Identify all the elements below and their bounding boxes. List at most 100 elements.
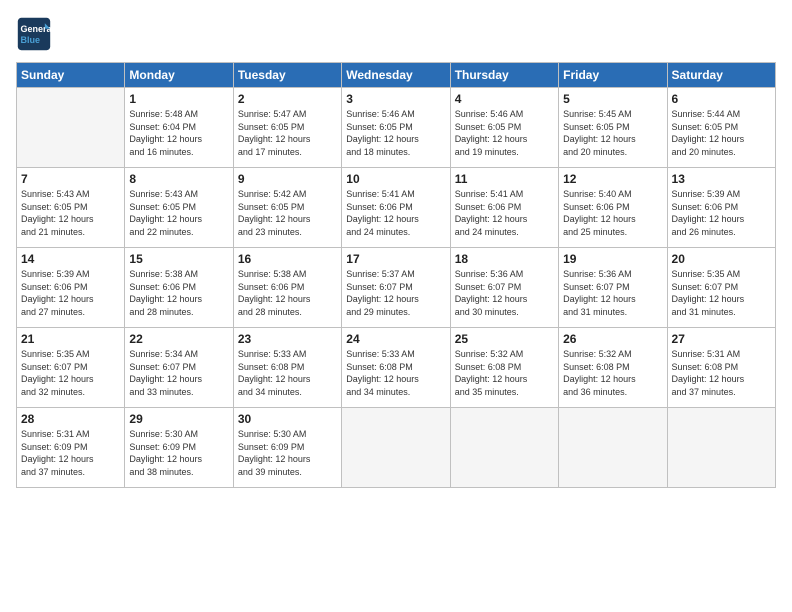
- day-info: Sunrise: 5:35 AM Sunset: 6:07 PM Dayligh…: [672, 268, 771, 318]
- day-number: 18: [455, 252, 554, 266]
- day-info: Sunrise: 5:46 AM Sunset: 6:05 PM Dayligh…: [455, 108, 554, 158]
- day-header-wednesday: Wednesday: [342, 63, 450, 88]
- day-info: Sunrise: 5:32 AM Sunset: 6:08 PM Dayligh…: [455, 348, 554, 398]
- day-info: Sunrise: 5:41 AM Sunset: 6:06 PM Dayligh…: [455, 188, 554, 238]
- day-number: 28: [21, 412, 120, 426]
- week-row-3: 14 Sunrise: 5:39 AM Sunset: 6:06 PM Dayli…: [17, 248, 776, 328]
- day-info: Sunrise: 5:31 AM Sunset: 6:09 PM Dayligh…: [21, 428, 120, 478]
- day-number: 30: [238, 412, 337, 426]
- day-number: 5: [563, 92, 662, 106]
- calendar-cell: 13 Sunrise: 5:39 AM Sunset: 6:06 PM Dayli…: [667, 168, 775, 248]
- day-info: Sunrise: 5:42 AM Sunset: 6:05 PM Dayligh…: [238, 188, 337, 238]
- day-header-tuesday: Tuesday: [233, 63, 341, 88]
- day-info: Sunrise: 5:39 AM Sunset: 6:06 PM Dayligh…: [672, 188, 771, 238]
- calendar-cell: 4Sunrise: 5:46 AM Sunset: 6:05 PM Daylig…: [450, 88, 558, 168]
- calendar-cell: 23 Sunrise: 5:33 AM Sunset: 6:08 PM Dayli…: [233, 328, 341, 408]
- day-number: 1: [129, 92, 228, 106]
- day-number: 16: [238, 252, 337, 266]
- day-info: Sunrise: 5:31 AM Sunset: 6:08 PM Dayligh…: [672, 348, 771, 398]
- day-number: 8: [129, 172, 228, 186]
- calendar-table: SundayMondayTuesdayWednesdayThursdayFrid…: [16, 62, 776, 488]
- day-info: Sunrise: 5:36 AM Sunset: 6:07 PM Dayligh…: [563, 268, 662, 318]
- day-info: Sunrise: 5:41 AM Sunset: 6:06 PM Dayligh…: [346, 188, 445, 238]
- day-header-saturday: Saturday: [667, 63, 775, 88]
- day-number: 7: [21, 172, 120, 186]
- day-info: Sunrise: 5:38 AM Sunset: 6:06 PM Dayligh…: [129, 268, 228, 318]
- calendar-cell: [559, 408, 667, 488]
- day-info: Sunrise: 5:44 AM Sunset: 6:05 PM Dayligh…: [672, 108, 771, 158]
- calendar-cell: 3 Sunrise: 5:46 AM Sunset: 6:05 PM Daylig…: [342, 88, 450, 168]
- calendar-cell: 26 Sunrise: 5:32 AM Sunset: 6:08 PM Dayli…: [559, 328, 667, 408]
- calendar-cell: 29 Sunrise: 5:30 AM Sunset: 6:09 PM Dayli…: [125, 408, 233, 488]
- calendar-cell: 8 Sunrise: 5:43 AM Sunset: 6:05 PM Daylig…: [125, 168, 233, 248]
- day-info: Sunrise: 5:32 AM Sunset: 6:08 PM Dayligh…: [563, 348, 662, 398]
- day-number: 29: [129, 412, 228, 426]
- week-row-2: 7 Sunrise: 5:43 AM Sunset: 6:05 PM Daylig…: [17, 168, 776, 248]
- calendar-cell: 15Sunrise: 5:38 AM Sunset: 6:06 PM Dayli…: [125, 248, 233, 328]
- calendar-cell: 10 Sunrise: 5:41 AM Sunset: 6:06 PM Dayli…: [342, 168, 450, 248]
- day-number: 13: [672, 172, 771, 186]
- day-header-friday: Friday: [559, 63, 667, 88]
- day-info: Sunrise: 5:30 AM Sunset: 6:09 PM Dayligh…: [238, 428, 337, 478]
- calendar-cell: 18 Sunrise: 5:36 AM Sunset: 6:07 PM Dayli…: [450, 248, 558, 328]
- day-info: Sunrise: 5:33 AM Sunset: 6:08 PM Dayligh…: [346, 348, 445, 398]
- day-number: 11: [455, 172, 554, 186]
- logo-icon: General Blue: [16, 16, 52, 52]
- calendar-cell: 16 Sunrise: 5:38 AM Sunset: 6:06 PM Dayli…: [233, 248, 341, 328]
- calendar-cell: [450, 408, 558, 488]
- day-number: 22: [129, 332, 228, 346]
- day-info: Sunrise: 5:35 AM Sunset: 6:07 PM Dayligh…: [21, 348, 120, 398]
- calendar-cell: 17Sunrise: 5:37 AM Sunset: 6:07 PM Dayli…: [342, 248, 450, 328]
- day-number: 6: [672, 92, 771, 106]
- week-row-1: 1 Sunrise: 5:48 AM Sunset: 6:04 PM Daylig…: [17, 88, 776, 168]
- calendar-cell: 5 Sunrise: 5:45 AM Sunset: 6:05 PM Daylig…: [559, 88, 667, 168]
- day-number: 2: [238, 92, 337, 106]
- day-info: Sunrise: 5:34 AM Sunset: 6:07 PM Dayligh…: [129, 348, 228, 398]
- day-info: Sunrise: 5:39 AM Sunset: 6:06 PM Dayligh…: [21, 268, 120, 318]
- day-info: Sunrise: 5:43 AM Sunset: 6:05 PM Dayligh…: [129, 188, 228, 238]
- day-info: Sunrise: 5:48 AM Sunset: 6:04 PM Dayligh…: [129, 108, 228, 158]
- day-info: Sunrise: 5:33 AM Sunset: 6:08 PM Dayligh…: [238, 348, 337, 398]
- logo: General Blue: [16, 16, 56, 52]
- calendar-cell: 11 Sunrise: 5:41 AM Sunset: 6:06 PM Dayli…: [450, 168, 558, 248]
- svg-text:Blue: Blue: [21, 35, 41, 45]
- day-info: Sunrise: 5:43 AM Sunset: 6:05 PM Dayligh…: [21, 188, 120, 238]
- day-number: 19: [563, 252, 662, 266]
- calendar-cell: 25Sunrise: 5:32 AM Sunset: 6:08 PM Dayli…: [450, 328, 558, 408]
- calendar-cell: 7 Sunrise: 5:43 AM Sunset: 6:05 PM Daylig…: [17, 168, 125, 248]
- calendar-cell: 22 Sunrise: 5:34 AM Sunset: 6:07 PM Dayli…: [125, 328, 233, 408]
- day-info: Sunrise: 5:45 AM Sunset: 6:05 PM Dayligh…: [563, 108, 662, 158]
- calendar-cell: 20Sunrise: 5:35 AM Sunset: 6:07 PM Dayli…: [667, 248, 775, 328]
- day-info: Sunrise: 5:40 AM Sunset: 6:06 PM Dayligh…: [563, 188, 662, 238]
- day-info: Sunrise: 5:36 AM Sunset: 6:07 PM Dayligh…: [455, 268, 554, 318]
- day-number: 9: [238, 172, 337, 186]
- calendar-cell: 30 Sunrise: 5:30 AM Sunset: 6:09 PM Dayli…: [233, 408, 341, 488]
- day-number: 14: [21, 252, 120, 266]
- calendar-cell: 21 Sunrise: 5:35 AM Sunset: 6:07 PM Dayli…: [17, 328, 125, 408]
- day-header-sunday: Sunday: [17, 63, 125, 88]
- calendar-cell: 14 Sunrise: 5:39 AM Sunset: 6:06 PM Dayli…: [17, 248, 125, 328]
- day-info: Sunrise: 5:47 AM Sunset: 6:05 PM Dayligh…: [238, 108, 337, 158]
- day-number: 10: [346, 172, 445, 186]
- calendar-cell: 2 Sunrise: 5:47 AM Sunset: 6:05 PM Daylig…: [233, 88, 341, 168]
- day-number: 23: [238, 332, 337, 346]
- calendar-cell: [17, 88, 125, 168]
- day-number: 3: [346, 92, 445, 106]
- calendar-cell: 6 Sunrise: 5:44 AM Sunset: 6:05 PM Daylig…: [667, 88, 775, 168]
- day-number: 27: [672, 332, 771, 346]
- day-info: Sunrise: 5:38 AM Sunset: 6:06 PM Dayligh…: [238, 268, 337, 318]
- calendar-cell: 1 Sunrise: 5:48 AM Sunset: 6:04 PM Daylig…: [125, 88, 233, 168]
- day-header-monday: Monday: [125, 63, 233, 88]
- calendar-cell: 12Sunrise: 5:40 AM Sunset: 6:06 PM Dayli…: [559, 168, 667, 248]
- week-row-4: 21 Sunrise: 5:35 AM Sunset: 6:07 PM Dayli…: [17, 328, 776, 408]
- day-info: Sunrise: 5:37 AM Sunset: 6:07 PM Dayligh…: [346, 268, 445, 318]
- week-row-5: 28 Sunrise: 5:31 AM Sunset: 6:09 PM Dayli…: [17, 408, 776, 488]
- day-info: Sunrise: 5:46 AM Sunset: 6:05 PM Dayligh…: [346, 108, 445, 158]
- day-info: Sunrise: 5:30 AM Sunset: 6:09 PM Dayligh…: [129, 428, 228, 478]
- calendar-cell: 27 Sunrise: 5:31 AM Sunset: 6:08 PM Dayli…: [667, 328, 775, 408]
- day-number: 26: [563, 332, 662, 346]
- header: General Blue: [16, 16, 776, 52]
- calendar-cell: 19 Sunrise: 5:36 AM Sunset: 6:07 PM Dayli…: [559, 248, 667, 328]
- day-number: 24: [346, 332, 445, 346]
- day-number: 21: [21, 332, 120, 346]
